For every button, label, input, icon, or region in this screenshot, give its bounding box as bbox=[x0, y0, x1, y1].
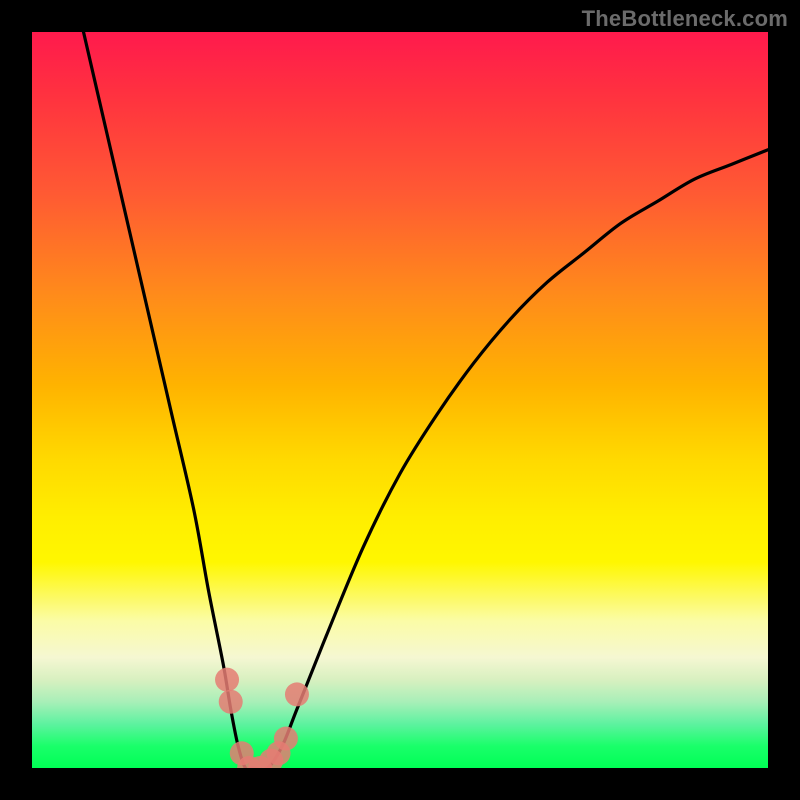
bottleneck-curve-path bbox=[84, 32, 768, 768]
curve-marker bbox=[219, 690, 243, 714]
curve-svg bbox=[32, 32, 768, 768]
curve-marker bbox=[215, 668, 239, 692]
chart-frame: TheBottleneck.com bbox=[0, 0, 800, 800]
watermark-text: TheBottleneck.com bbox=[582, 6, 788, 32]
plot-area bbox=[32, 32, 768, 768]
curve-marker bbox=[285, 682, 309, 706]
curve-marker bbox=[274, 727, 298, 751]
